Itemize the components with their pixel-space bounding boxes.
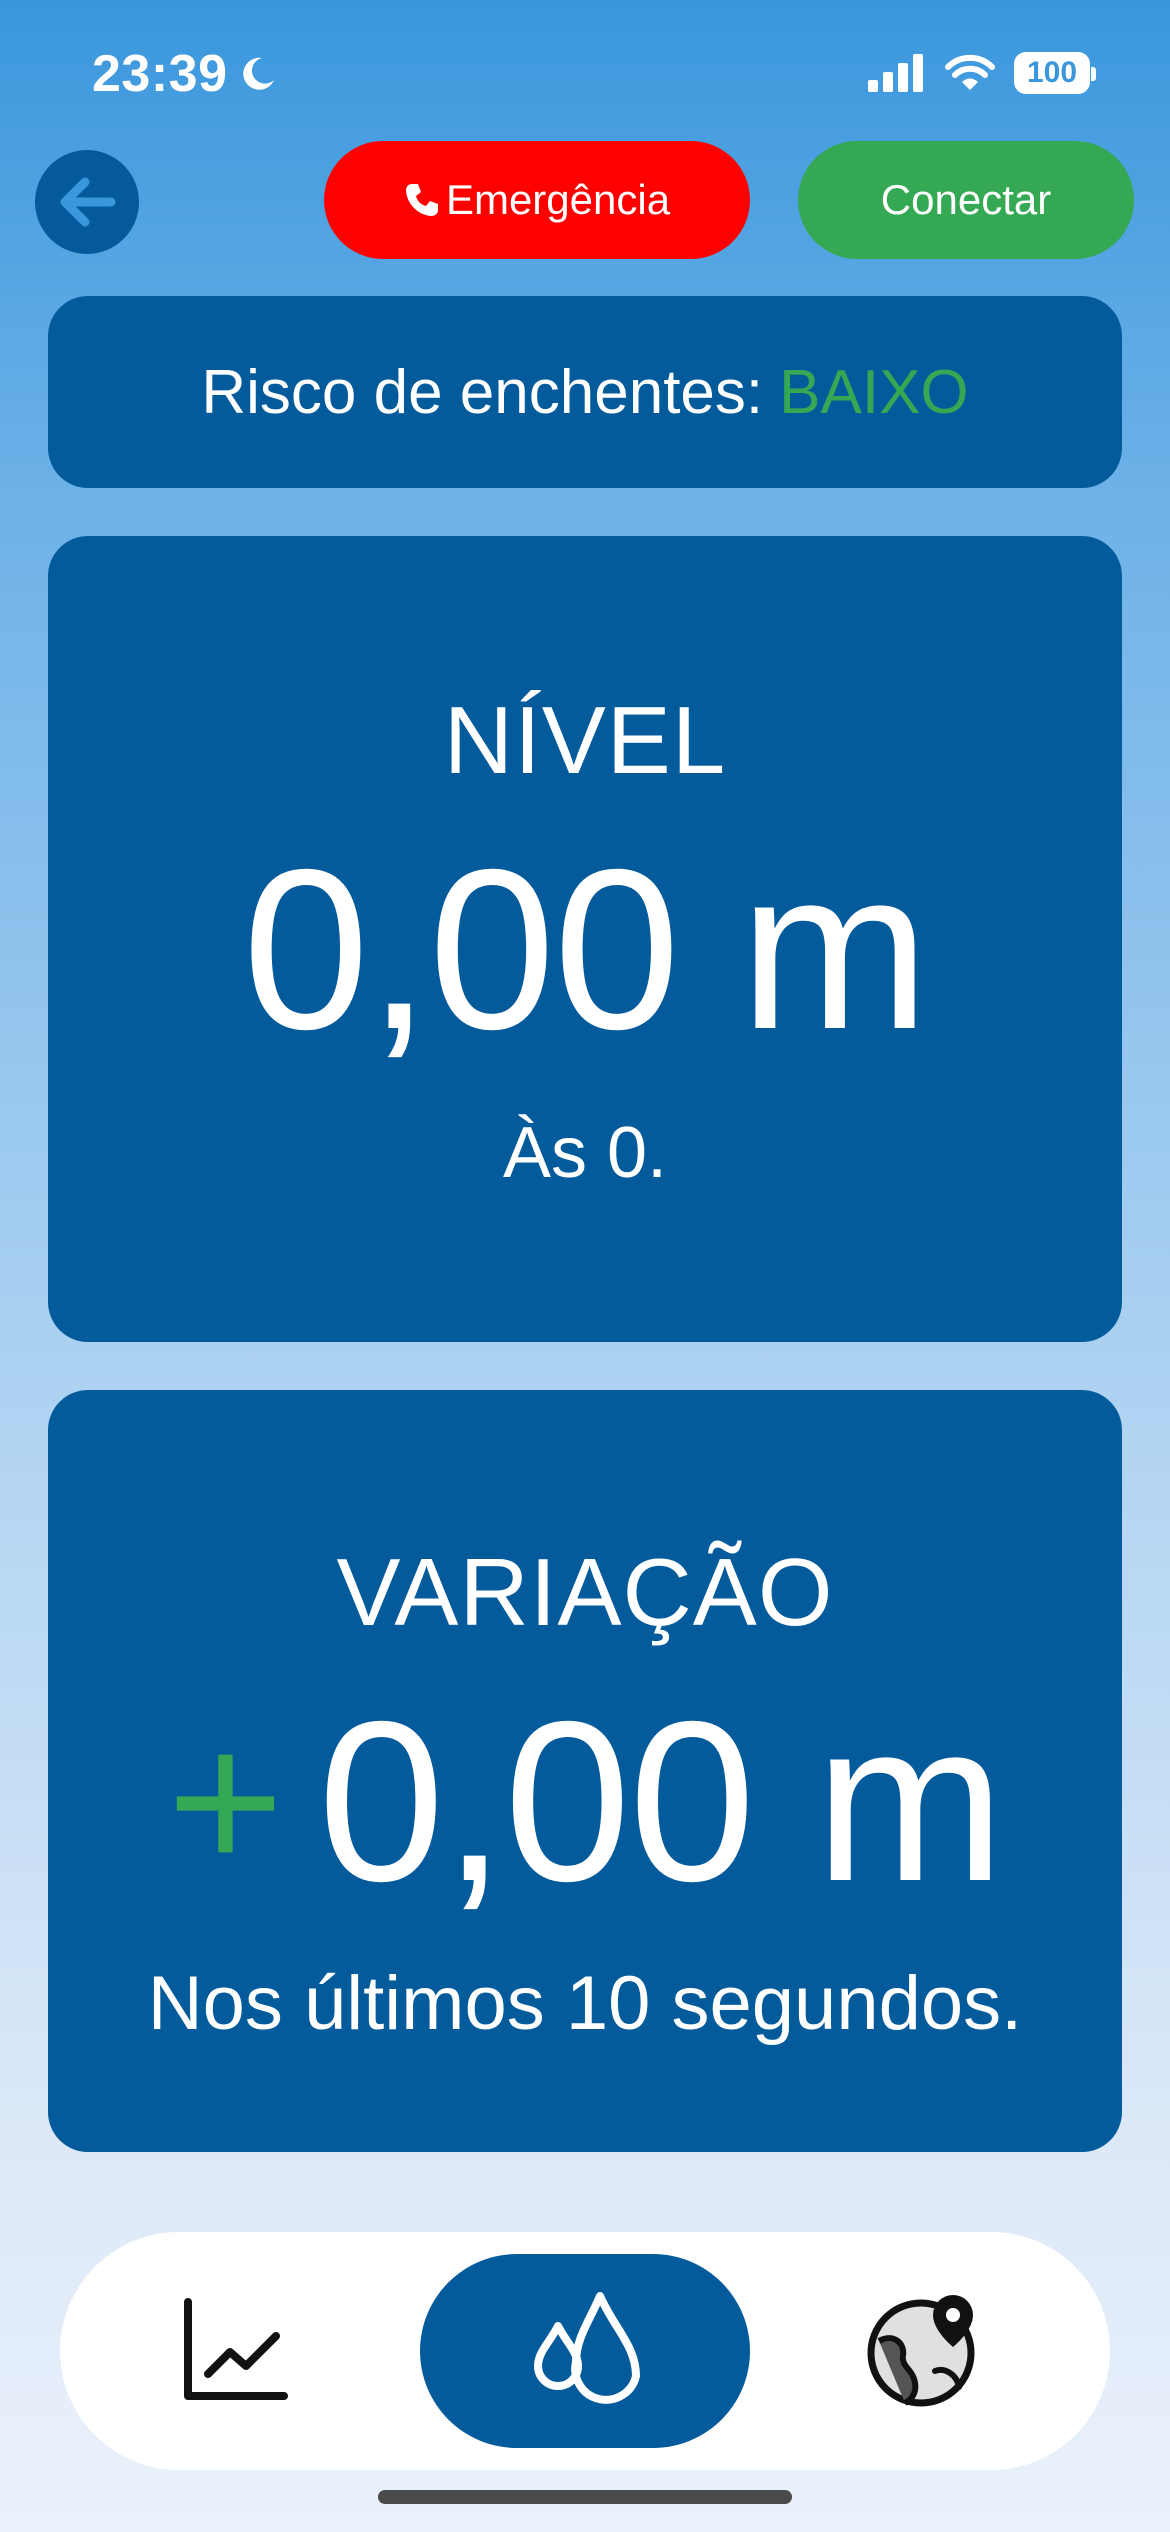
nav-map-button[interactable] bbox=[860, 2286, 990, 2416]
variation-note: Nos últimos 10 segundos. bbox=[147, 1961, 1023, 2046]
connect-label: Conectar bbox=[880, 176, 1052, 223]
variation-card: VARIAÇÃO + 0,00 m Nos últimos 10 segundo… bbox=[48, 1390, 1122, 2152]
arrow-left-icon bbox=[60, 177, 116, 227]
nav-water-level-button[interactable] bbox=[420, 2254, 750, 2448]
chart-line-icon bbox=[184, 2298, 288, 2400]
variation-value-row: + 0,00 m bbox=[48, 1688, 1122, 1916]
variation-sign: + bbox=[167, 1690, 284, 1913]
back-button[interactable] bbox=[35, 150, 139, 254]
status-time: 23:39 bbox=[92, 44, 278, 104]
home-indicator bbox=[378, 2490, 792, 2504]
flood-risk-label: Risco de enchentes: bbox=[201, 357, 764, 427]
moon-icon bbox=[242, 57, 274, 90]
battery-level: 100 bbox=[1026, 56, 1078, 89]
water-level-timestamp: Às 0. bbox=[502, 1113, 668, 1193]
water-level-title: NÍVEL bbox=[443, 687, 727, 794]
globe-pin-icon bbox=[867, 2295, 975, 2407]
water-drops-icon bbox=[534, 2292, 640, 2404]
connect-button[interactable]: Conectar bbox=[798, 141, 1134, 259]
flood-risk-value: BAIXO bbox=[779, 357, 969, 427]
variation-title: VARIAÇÃO bbox=[336, 1539, 834, 1646]
nav-chart-button[interactable] bbox=[170, 2286, 300, 2416]
water-level-value: 0,00 m bbox=[242, 823, 929, 1077]
phone-icon bbox=[405, 184, 438, 216]
signal-icon bbox=[868, 54, 923, 92]
bottom-navigation bbox=[60, 2232, 1110, 2470]
emergency-label: Emergência bbox=[445, 176, 671, 223]
status-indicators: 100 bbox=[868, 52, 1096, 94]
battery-icon: 100 bbox=[1014, 52, 1096, 94]
variation-value: 0,00 m bbox=[317, 1675, 1005, 1929]
emergency-button[interactable]: Emergência bbox=[324, 141, 750, 259]
flood-risk-card: Risco de enchentes: BAIXO bbox=[48, 296, 1122, 488]
water-level-card: NÍVEL 0,00 m Às 0. bbox=[48, 536, 1122, 1342]
status-time-text: 23:39 bbox=[92, 45, 228, 103]
wifi-icon bbox=[945, 54, 995, 90]
